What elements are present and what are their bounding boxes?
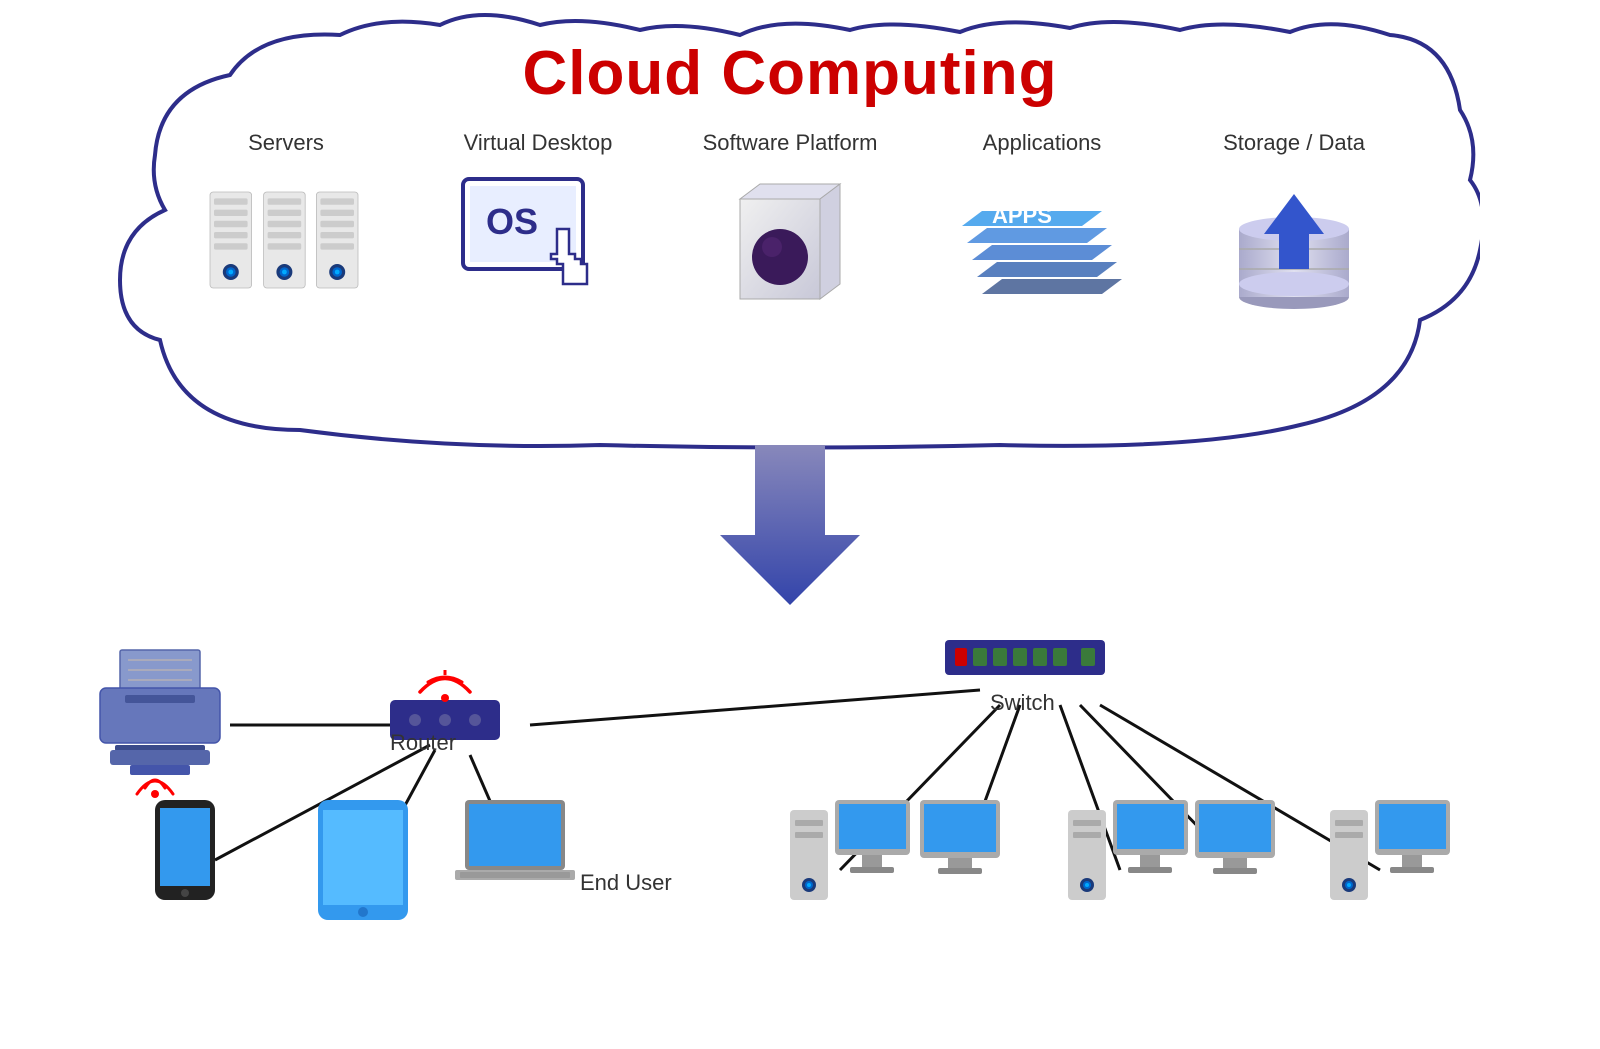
storage-icon	[1214, 174, 1374, 314]
svg-text:APPS: APPS	[992, 203, 1052, 228]
servers-label: Servers	[248, 130, 324, 156]
cloud-item-software-platform: Software Platform	[690, 130, 890, 314]
cloud-items: Servers	[100, 130, 1480, 314]
cloud-item-applications: Applications	[942, 130, 1142, 314]
software-platform-label: Software Platform	[703, 130, 878, 156]
router-label: Router	[390, 730, 456, 756]
cloud-item-storage: Storage / Data	[1194, 130, 1394, 314]
cloud-item-servers: Servers	[186, 130, 386, 314]
applications-icon: APPS	[962, 174, 1122, 314]
cloud-container: Cloud Computing Servers	[100, 10, 1480, 470]
storage-label: Storage / Data	[1223, 130, 1365, 156]
network-diagram	[0, 530, 1600, 1049]
switch-label: Switch	[990, 690, 1055, 716]
servers-icon	[206, 174, 366, 314]
applications-label: Applications	[983, 130, 1102, 156]
virtual-desktop-label: Virtual Desktop	[464, 130, 613, 156]
cloud-title: Cloud Computing	[100, 38, 1480, 109]
enduser-label: End User	[580, 870, 672, 896]
virtual-desktop-icon: OS	[458, 174, 618, 314]
svg-text:OS: OS	[486, 201, 538, 242]
cloud-item-virtual-desktop: Virtual Desktop OS	[438, 130, 638, 314]
software-platform-icon	[710, 174, 870, 314]
